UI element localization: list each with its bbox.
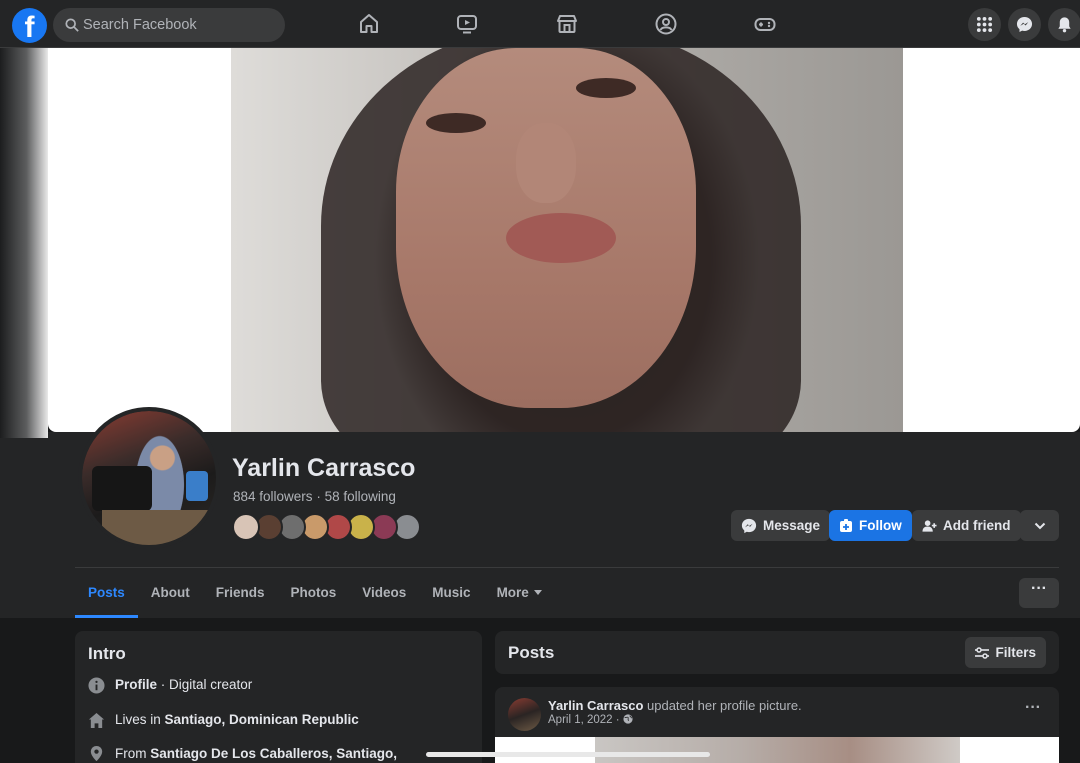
post-menu-button[interactable]: ··· xyxy=(1025,699,1041,717)
post-meta: April 1, 2022 · xyxy=(548,714,633,726)
intro-card: Intro Profile · Digital creator Lives in… xyxy=(75,631,482,763)
search-placeholder: Search Facebook xyxy=(83,17,197,33)
page-edge-gradient xyxy=(0,48,48,438)
follow-button[interactable]: Follow xyxy=(829,510,912,541)
header-divider xyxy=(75,567,1059,568)
add-friend-icon xyxy=(922,519,937,532)
info-icon xyxy=(88,677,105,694)
filters-button-label: Filters xyxy=(995,645,1036,660)
cover-photo-area[interactable] xyxy=(48,48,1080,432)
top-navigation-bar: f Search Facebook xyxy=(0,0,1080,48)
profile-picture[interactable] xyxy=(78,407,220,549)
globe-icon xyxy=(623,714,633,724)
facebook-logo[interactable]: f xyxy=(12,8,47,43)
tab-more-label: More xyxy=(496,585,529,600)
tab-videos[interactable]: Videos xyxy=(349,570,419,618)
intro-profile-value: · Digital creator xyxy=(157,677,253,692)
intro-lives-link[interactable]: Santiago, Dominican Republic xyxy=(165,712,359,727)
post-date-link[interactable]: April 1, 2022 xyxy=(548,714,613,726)
notifications-icon xyxy=(1058,17,1071,33)
tab-more[interactable]: More xyxy=(484,570,555,618)
intro-from-link[interactable]: Santiago De Los Caballeros, Santiago, Do… xyxy=(115,746,397,763)
follow-button-label: Follow xyxy=(859,518,902,533)
tab-photos[interactable]: Photos xyxy=(278,570,350,618)
search-input[interactable]: Search Facebook xyxy=(53,8,285,42)
intro-lives-prefix: Lives in xyxy=(115,712,165,727)
follow-counts: 884 followers · 58 following xyxy=(233,489,396,504)
profile-picture-floor xyxy=(102,510,216,545)
profile-name: Yarlin Carrasco xyxy=(232,454,416,482)
profile-tabs: Posts About Friends Photos Videos Music … xyxy=(75,570,555,618)
post-image[interactable] xyxy=(495,737,1059,763)
post-meta-separator: · xyxy=(615,714,620,726)
home-icon[interactable] xyxy=(357,12,381,36)
follow-icon xyxy=(840,518,852,532)
friend-avatars[interactable] xyxy=(232,513,432,543)
cover-photo-left-eye xyxy=(426,113,486,133)
posts-title: Posts xyxy=(508,643,555,662)
more-options-button[interactable] xyxy=(1020,510,1059,541)
post-action-text: updated her profile picture. xyxy=(643,698,802,713)
location-pin-icon xyxy=(90,745,103,762)
tab-music[interactable]: Music xyxy=(419,570,483,618)
post-header-text: Yarlin Carrasco updated her profile pict… xyxy=(548,698,802,713)
post-author-link[interactable]: Yarlin Carrasco xyxy=(548,698,643,713)
post-image-photo xyxy=(595,737,960,763)
add-friend-button-label: Add friend xyxy=(943,518,1011,533)
messenger-icon xyxy=(1016,16,1033,33)
watch-icon[interactable] xyxy=(455,12,479,36)
cover-photo-right-eye xyxy=(576,78,636,98)
messenger-button[interactable] xyxy=(1008,8,1041,41)
post-author-avatar[interactable] xyxy=(508,698,541,731)
gaming-icon[interactable] xyxy=(753,12,777,36)
friend-avatar[interactable] xyxy=(232,513,260,541)
caret-down-icon xyxy=(533,590,542,595)
chevron-down-icon xyxy=(1034,522,1045,529)
filters-button[interactable]: Filters xyxy=(965,637,1046,668)
marketplace-icon[interactable] xyxy=(555,12,579,36)
search-icon xyxy=(65,18,79,32)
cover-photo-nose xyxy=(516,123,576,203)
tab-videos-label: Videos xyxy=(362,585,407,600)
notifications-button[interactable] xyxy=(1048,8,1080,41)
posts-header: Posts Filters xyxy=(495,631,1059,674)
filters-icon xyxy=(975,646,990,659)
tab-friends-label: Friends xyxy=(215,585,265,600)
tab-photos-label: Photos xyxy=(290,585,337,600)
follow-separator: · xyxy=(316,489,321,504)
followers-link[interactable]: 884 followers xyxy=(233,489,313,504)
intro-title: Intro xyxy=(88,644,126,663)
menu-grid-icon xyxy=(976,16,993,33)
message-button[interactable]: Message xyxy=(731,510,831,541)
cover-photo-lips xyxy=(506,213,616,263)
cover-photo[interactable] xyxy=(231,48,903,432)
profile-picture-chair xyxy=(92,466,152,511)
messenger-icon xyxy=(741,518,757,533)
groups-icon[interactable] xyxy=(654,12,678,36)
home-indicator xyxy=(426,752,710,757)
tab-music-label: Music xyxy=(432,585,471,600)
home-icon xyxy=(88,712,105,729)
profile-picture-detail xyxy=(186,471,208,501)
message-button-label: Message xyxy=(763,518,821,533)
tab-posts[interactable]: Posts xyxy=(75,570,138,618)
intro-from-prefix: From xyxy=(115,746,151,761)
tab-friends[interactable]: Friends xyxy=(203,570,278,618)
profile-menu-button[interactable]: ··· xyxy=(1019,578,1059,608)
tab-about-label: About xyxy=(150,585,190,600)
menu-grid-button[interactable] xyxy=(968,8,1001,41)
add-friend-button[interactable]: Add friend xyxy=(912,510,1021,541)
following-link[interactable]: 58 following xyxy=(325,489,396,504)
tab-about[interactable]: About xyxy=(138,570,203,618)
tab-posts-label: Posts xyxy=(88,585,125,600)
intro-profile-label: Profile xyxy=(115,677,158,692)
